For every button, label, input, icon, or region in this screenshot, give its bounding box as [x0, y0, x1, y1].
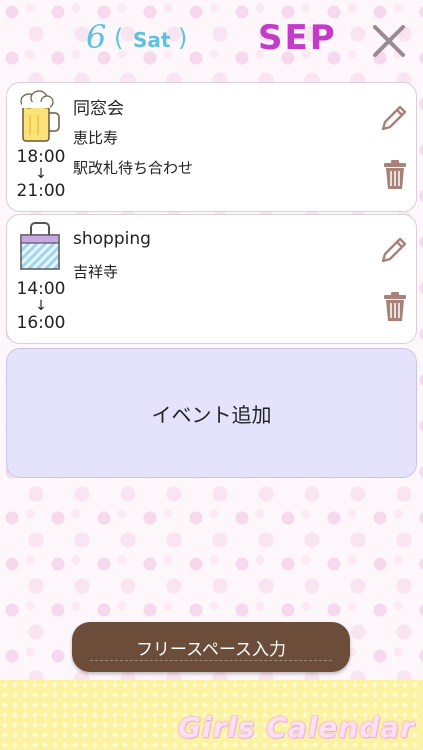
pencil-icon[interactable]: [379, 103, 409, 133]
shopping-bag-icon: [17, 219, 63, 275]
event-note: 駅改札待ち合わせ: [73, 159, 194, 177]
time-arrow: ↓: [35, 166, 47, 182]
close-icon[interactable]: [370, 22, 408, 60]
trash-icon[interactable]: [381, 291, 409, 323]
day-number: 6: [86, 18, 107, 56]
event-location: 吉祥寺: [73, 263, 119, 281]
event-card[interactable]: 18:00 ↓ 21:00 同窓会 恵比寿 駅改札待ち合わせ: [6, 82, 417, 212]
event-time: 18:00 ↓ 21:00: [13, 147, 69, 201]
end-time: 21:00: [16, 181, 66, 201]
month: SEP: [258, 18, 337, 58]
add-event-button[interactable]: イベント追加: [6, 348, 417, 478]
time-arrow: ↓: [35, 298, 47, 314]
beer-mug-icon: [17, 89, 63, 145]
header: 6 ( Sat ) SEP: [0, 0, 423, 78]
footer: Girls Calendar: [0, 680, 423, 750]
event-title: 同窓会: [73, 99, 124, 119]
weekday-close-paren: ): [178, 24, 188, 52]
end-time: 16:00: [16, 313, 66, 333]
brand-logo: Girls Calendar: [177, 711, 415, 744]
weekday-open-paren: (: [114, 24, 124, 52]
free-space-label: フリースペース入力: [135, 639, 287, 660]
trash-icon[interactable]: [381, 159, 409, 191]
pencil-icon[interactable]: [379, 235, 409, 265]
event-card[interactable]: 14:00 ↓ 16:00 shopping 吉祥寺: [6, 214, 417, 344]
weekday: Sat: [133, 28, 171, 52]
free-space-input-button[interactable]: フリースペース入力: [72, 622, 350, 672]
event-location: 恵比寿: [73, 129, 119, 147]
add-event-label: イベント追加: [151, 402, 272, 427]
start-time: 14:00: [16, 279, 66, 299]
event-time: 14:00 ↓ 16:00: [13, 279, 69, 333]
start-time: 18:00: [16, 147, 66, 167]
event-title: shopping: [73, 229, 151, 249]
